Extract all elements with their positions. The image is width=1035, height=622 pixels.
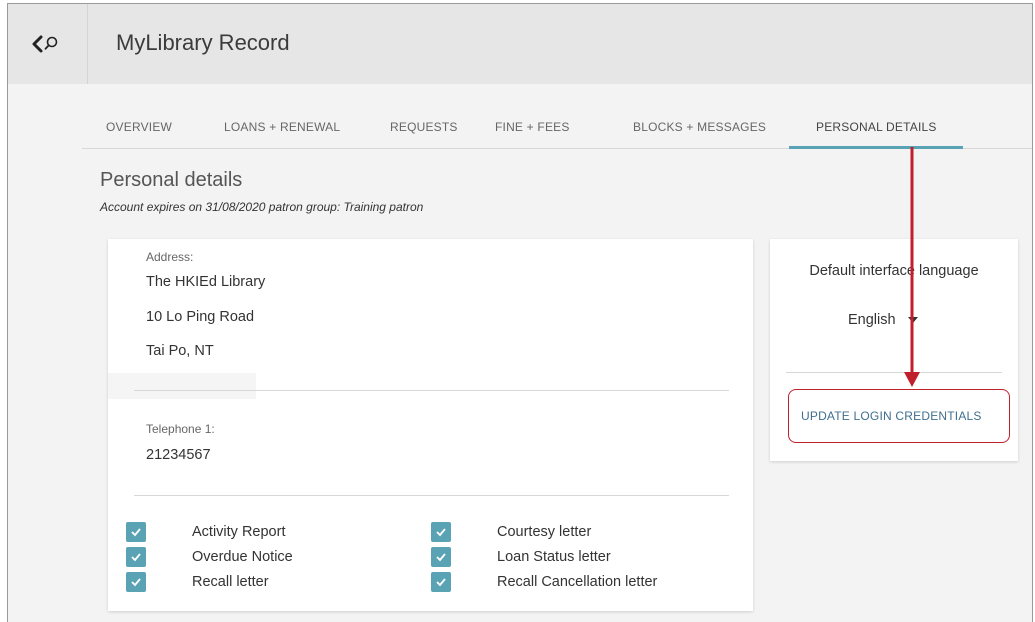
check-icon [436, 553, 446, 562]
checkbox-label: Recall Cancellation letter [497, 574, 658, 590]
language-label: Default interface language [809, 263, 979, 279]
top-bar: MyLibrary Record [8, 4, 1032, 84]
address-line-2: 10 Lo Ping Road [146, 309, 255, 325]
checkbox-activity-report[interactable]: Activity Report [126, 522, 285, 542]
language-select[interactable]: English [848, 312, 918, 328]
telephone-label: Telephone 1: [146, 422, 215, 436]
checkbox-recall-letter[interactable]: Recall letter [126, 572, 269, 592]
checkbox-label: Overdue Notice [192, 549, 293, 565]
address-label: Address: [146, 250, 194, 264]
check-icon [131, 528, 141, 537]
tab-blocks-messages[interactable]: BLOCKS + MESSAGES [633, 120, 766, 134]
checkbox-loan-status-letter[interactable]: Loan Status letter [431, 547, 611, 567]
check-icon [436, 528, 446, 537]
checkbox-label: Loan Status letter [497, 549, 611, 565]
checkbox-recall-cancellation-letter[interactable]: Recall Cancellation letter [431, 572, 657, 592]
checkbox-label: Recall letter [192, 574, 269, 590]
tab-fine-fees[interactable]: FINE + FEES [495, 120, 570, 134]
app-window: MyLibrary Record OVERVIEW LOANS + RENEWA… [7, 3, 1033, 622]
language-selected-value: English [848, 312, 896, 328]
preferences-card: Default interface language English UPDAT… [770, 239, 1018, 461]
caret-down-icon [907, 317, 918, 323]
address-line-1: The HKIEd Library [146, 274, 266, 290]
update-login-credentials-button[interactable]: UPDATE LOGIN CREDENTIALS [788, 389, 1010, 443]
checkbox-checked[interactable] [126, 522, 146, 542]
checkbox-checked[interactable] [126, 547, 146, 567]
account-expiry-text: Account expires on 31/08/2020 patron gro… [100, 200, 424, 214]
checkbox-courtesy-letter[interactable]: Courtesy letter [431, 522, 591, 542]
divider [134, 390, 729, 391]
divider [134, 495, 729, 496]
back-search-button[interactable] [8, 4, 88, 84]
tab-overview[interactable]: OVERVIEW [106, 120, 172, 134]
checkbox-checked[interactable] [431, 522, 451, 542]
personal-details-card: Address: The HKIEd Library 10 Lo Ping Ro… [108, 239, 753, 611]
active-tab-indicator [789, 146, 963, 149]
checkbox-label: Activity Report [192, 524, 286, 540]
checkbox-overdue-notice[interactable]: Overdue Notice [126, 547, 293, 567]
telephone-value: 21234567 [146, 447, 211, 463]
address-line-3: Tai Po, NT [146, 343, 214, 359]
tab-personal-details[interactable]: PERSONAL DETAILS [816, 120, 937, 134]
checkbox-checked[interactable] [431, 572, 451, 592]
checkbox-label: Courtesy letter [497, 524, 592, 540]
check-icon [436, 578, 446, 587]
tab-requests[interactable]: REQUESTS [390, 120, 458, 134]
checkbox-checked[interactable] [126, 572, 146, 592]
check-icon [131, 578, 141, 587]
page-title: MyLibrary Record [116, 30, 290, 55]
check-icon [131, 553, 141, 562]
blank-field [108, 373, 256, 399]
section-title: Personal details [100, 169, 243, 191]
tab-loans-renewal[interactable]: LOANS + RENEWAL [224, 120, 340, 134]
chevron-left-icon [32, 35, 57, 53]
tab-bar: OVERVIEW LOANS + RENEWAL REQUESTS FINE +… [82, 84, 1032, 149]
divider [786, 372, 1002, 373]
checkbox-checked[interactable] [431, 547, 451, 567]
